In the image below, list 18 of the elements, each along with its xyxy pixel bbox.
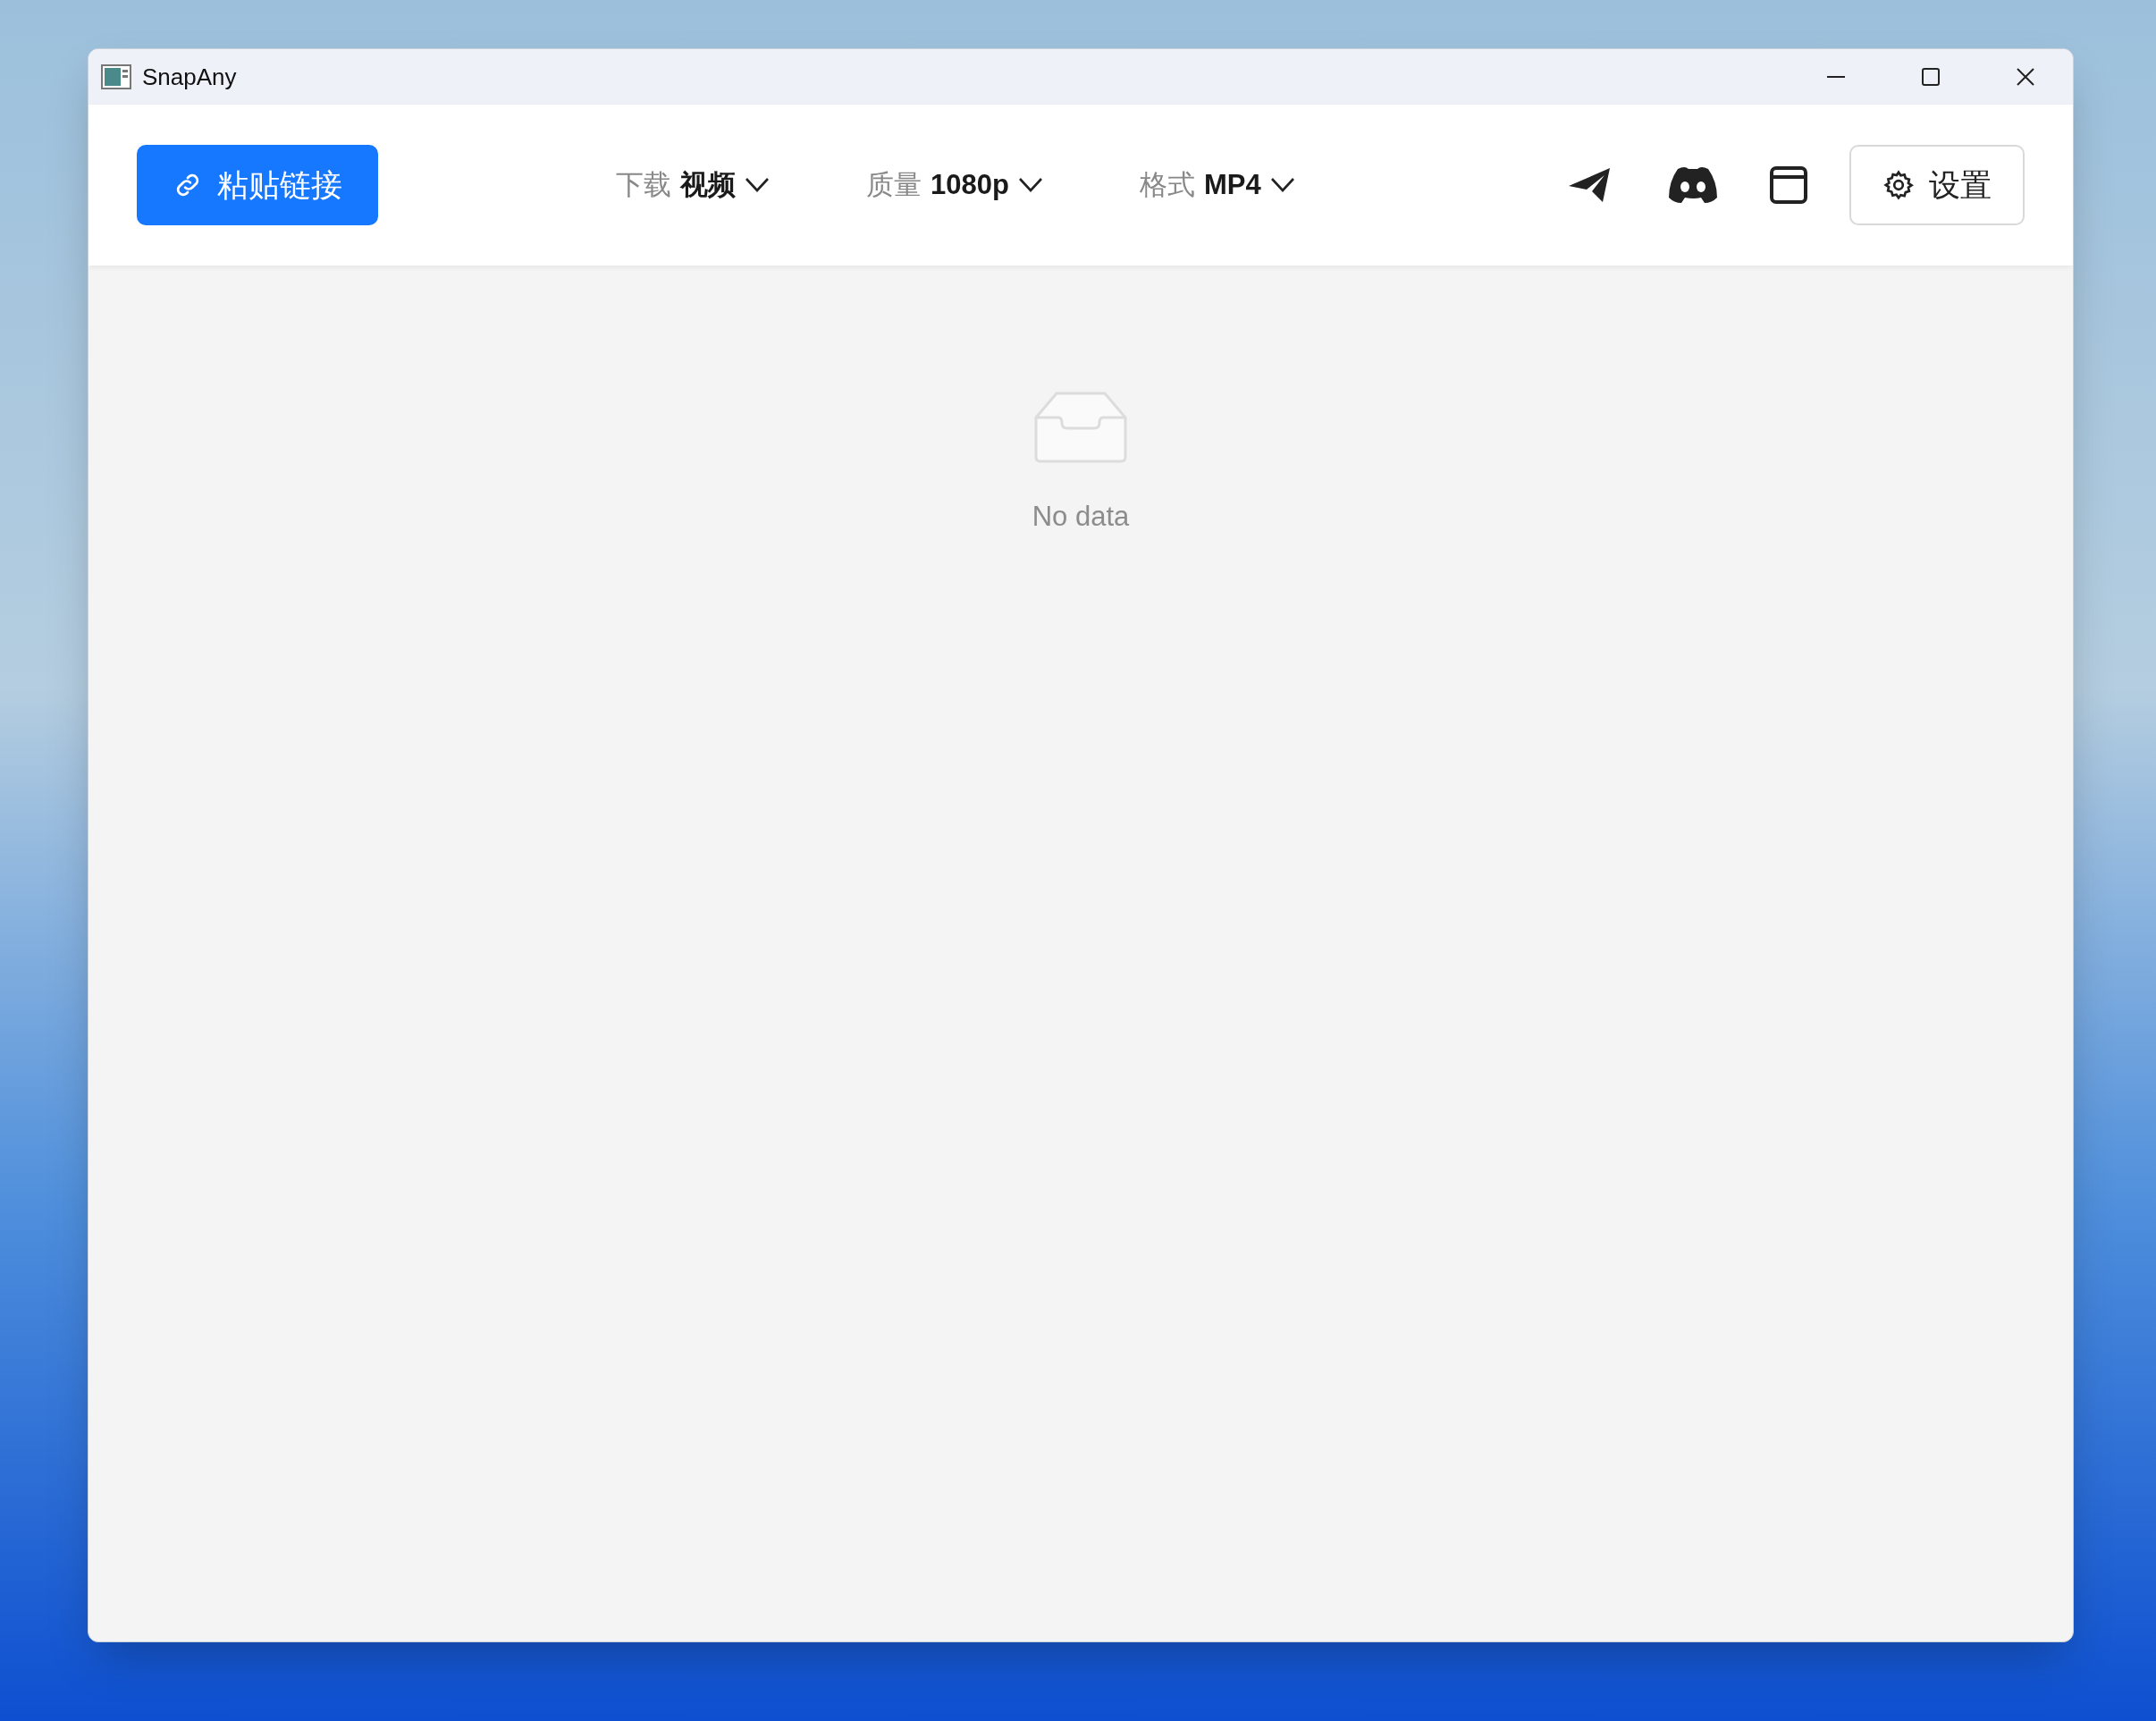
chevron-down-icon: [745, 177, 770, 193]
option-dropdown[interactable]: 格式 MP4: [1139, 164, 1295, 207]
chevron-down-icon: [1269, 177, 1295, 193]
app-icon: [101, 64, 131, 89]
option-dropdown[interactable]: 下载 视频: [616, 164, 770, 207]
option-dropdown[interactable]: 质量 1080p: [866, 164, 1043, 207]
close-icon[interactable]: [2016, 67, 2035, 87]
paste-link-button[interactable]: 粘贴链接: [137, 145, 378, 225]
chat-icon[interactable]: [1667, 165, 1719, 205]
settings-button[interactable]: 设置: [1849, 145, 2025, 225]
empty-inbox-icon: [1033, 391, 1128, 464]
maximize-icon[interactable]: [1921, 67, 1941, 87]
empty-message: No data: [1032, 500, 1130, 534]
send-icon[interactable]: [1567, 166, 1612, 204]
settings-icon: [1882, 169, 1915, 201]
window-title: SnapAny: [142, 62, 237, 92]
window-icon[interactable]: [1769, 165, 1808, 205]
chevron-down-icon: [1017, 177, 1043, 193]
